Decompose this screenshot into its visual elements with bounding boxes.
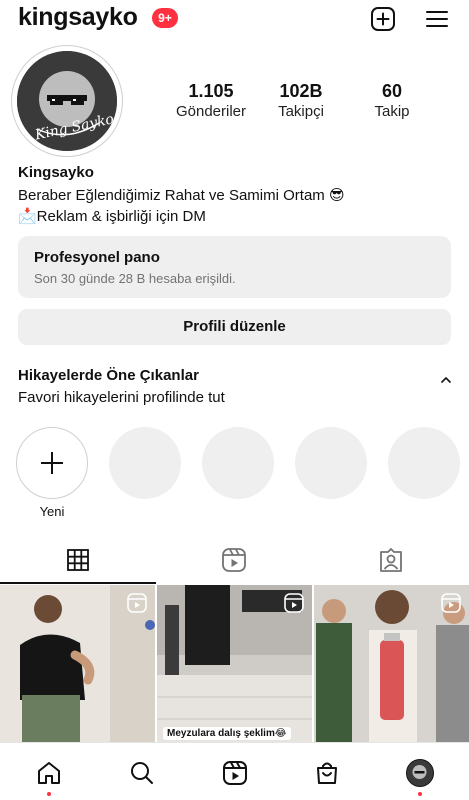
plus-square-icon [371, 7, 395, 31]
kingsayko-logo-avatar [407, 760, 432, 785]
menu-button[interactable] [423, 5, 451, 33]
stat-posts-value: 1.105 [188, 81, 234, 101]
home-icon [38, 762, 60, 784]
post-thumbnail[interactable] [0, 585, 155, 742]
plus-icon [41, 452, 63, 474]
active-tab-indicator [0, 582, 156, 584]
bottom-navigation [0, 742, 469, 800]
highlight-placeholder [295, 427, 367, 499]
stat-following-label: Takip [374, 103, 410, 120]
tagged-icon [380, 548, 402, 572]
notification-badge[interactable]: 9+ [152, 8, 178, 28]
reels-icon [222, 548, 246, 572]
reel-indicator-icon [284, 593, 304, 613]
nav-shop[interactable] [313, 759, 341, 787]
highlights-collapse-button[interactable] [438, 372, 454, 388]
professional-dashboard[interactable]: Profesyonel pano Son 30 günde 28 B hesab… [18, 236, 451, 298]
highlight-placeholder [109, 427, 181, 499]
post-thumbnail[interactable]: Meyzulara dalış şeklim😂 [157, 585, 312, 742]
nav-home[interactable] [35, 759, 63, 787]
bio-line-2: 📩Reklam & işbirliği için DM [18, 208, 206, 225]
stat-posts[interactable]: 1.105 Gönderiler [166, 80, 256, 122]
stat-followers[interactable]: 102B Takipçi [256, 80, 346, 122]
top-bar: kingsayko 9+ [0, 0, 469, 38]
reels-icon [223, 761, 247, 785]
stat-following-value: 60 [381, 81, 403, 101]
highlights-title: Hikayelerde Öne Çıkanlar [18, 367, 199, 384]
tab-tagged[interactable] [376, 546, 406, 574]
stat-following[interactable]: 60 Takip [347, 80, 437, 122]
profile-avatar-small [406, 759, 434, 787]
chevron-up-icon [441, 377, 451, 383]
nav-reels[interactable] [221, 759, 249, 787]
account-switcher-username[interactable]: kingsayko [18, 3, 138, 32]
highlight-placeholder [202, 427, 274, 499]
professional-dashboard-title: Profesyonel pano [34, 249, 160, 266]
tab-reels[interactable] [219, 546, 249, 574]
new-highlight-label: Yeni [39, 504, 65, 519]
stat-posts-label: Gönderiler [175, 103, 247, 120]
create-button[interactable] [369, 5, 397, 33]
profile-avatar: King Sayko [17, 51, 117, 151]
profile-avatar-ring[interactable]: King Sayko [11, 45, 123, 157]
post-thumbnail[interactable] [314, 585, 469, 742]
bio-line-1: Beraber Eğlendiğimiz Rahat ve Samimi Ort… [18, 187, 345, 204]
reel-indicator-icon [441, 593, 461, 613]
highlight-placeholder [388, 427, 460, 499]
new-highlight-button[interactable] [16, 427, 88, 499]
grid-icon [67, 549, 89, 571]
nav-profile[interactable] [406, 759, 434, 787]
home-activity-dot [47, 792, 51, 796]
edit-profile-button[interactable]: Profili düzenle [18, 309, 451, 345]
shop-icon [317, 762, 337, 784]
nav-search[interactable] [128, 759, 156, 787]
post-caption-overlay: Meyzulara dalış şeklim😂 [163, 727, 291, 740]
tab-grid[interactable] [63, 546, 93, 574]
profile-activity-dot [418, 792, 422, 796]
kingsayko-logo-avatar: King Sayko [17, 51, 117, 151]
display-name: Kingsayko [18, 164, 94, 181]
stat-followers-label: Takipçi [278, 103, 324, 120]
reel-indicator-icon [127, 593, 147, 613]
hamburger-menu-icon [426, 11, 448, 27]
highlights-subtitle: Favori hikayelerini profilinde tut [18, 389, 225, 406]
stat-followers-value: 102B [279, 81, 323, 101]
search-icon [131, 762, 153, 784]
professional-dashboard-subtitle: Son 30 günde 28 B hesaba erişildi. [34, 271, 236, 286]
